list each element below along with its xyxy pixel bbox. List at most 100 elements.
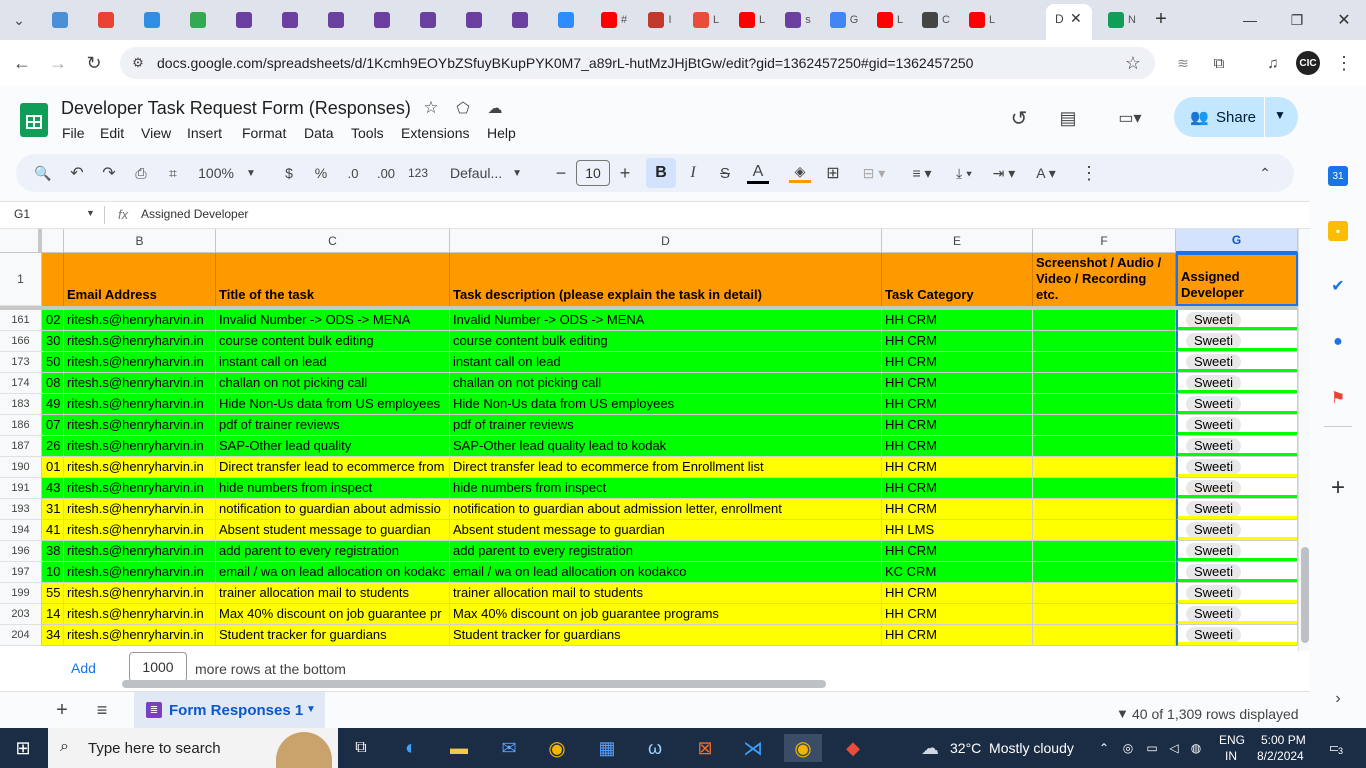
row-number-1[interactable]: 1	[0, 253, 42, 306]
collapse-toolbar-icon[interactable]: ⌃	[1254, 154, 1276, 192]
cell-b[interactable]: ritesh.s@henryharvin.in	[64, 457, 216, 478]
tray-chevron-icon[interactable]: ⌃	[1096, 738, 1112, 758]
cell-b[interactable]: ritesh.s@henryharvin.in	[64, 541, 216, 562]
cell-d[interactable]: Direct transfer lead to ecommerce from E…	[450, 457, 882, 478]
cell-g[interactable]: Sweeti	[1176, 331, 1298, 352]
row-number[interactable]: 174	[0, 373, 42, 394]
active-tab[interactable]: D ✕	[1046, 4, 1092, 40]
cell-a-partial[interactable]: 01	[42, 457, 64, 478]
cell-g[interactable]: Sweeti	[1176, 583, 1298, 604]
cell-c[interactable]: course content bulk editing	[216, 331, 450, 352]
strikethrough-button[interactable]: S	[714, 154, 736, 192]
cell-e[interactable]: HH CRM	[882, 415, 1033, 436]
browser-tab[interactable]	[546, 6, 590, 34]
cell-d[interactable]: Hide Non-Us data from US employees	[450, 394, 882, 415]
minimize-icon[interactable]: —	[1238, 8, 1262, 32]
cell-d[interactable]: trainer allocation mail to students	[450, 583, 882, 604]
get-addons-icon[interactable]: +	[1326, 474, 1350, 501]
cell-b[interactable]: ritesh.s@henryharvin.in	[64, 436, 216, 457]
developer-chip[interactable]: Sweeti	[1186, 564, 1242, 580]
cell-g[interactable]: Sweeti	[1176, 562, 1298, 583]
sheets-logo-icon[interactable]	[20, 103, 48, 137]
meet-video-icon[interactable]: ▭▾	[1110, 105, 1150, 131]
cell-f[interactable]	[1033, 394, 1176, 415]
cell-e[interactable]: HH CRM	[882, 478, 1033, 499]
row-number[interactable]: 173	[0, 352, 42, 373]
document-title[interactable]: Developer Task Request Form (Responses)	[61, 98, 411, 119]
cell-c[interactable]: notification to guardian about admissio	[216, 499, 450, 520]
cell-a-partial[interactable]: 14	[42, 604, 64, 625]
cell-b[interactable]: ritesh.s@henryharvin.in	[64, 310, 216, 331]
cell-d[interactable]: pdf of trainer reviews	[450, 415, 882, 436]
move-folder-icon[interactable]: ⬠	[453, 98, 473, 118]
task-view-icon[interactable]: ⧉	[346, 734, 376, 762]
cell-e[interactable]: HH CRM	[882, 604, 1033, 625]
developer-chip[interactable]: Sweeti	[1186, 501, 1242, 517]
developer-chip[interactable]: Sweeti	[1186, 585, 1242, 601]
cell-b[interactable]: ritesh.s@henryharvin.in	[64, 373, 216, 394]
row-number[interactable]: 190	[0, 457, 42, 478]
browser-tab[interactable]: L	[960, 6, 1004, 34]
header-cell-b[interactable]: Email Address	[64, 253, 216, 306]
cell-f[interactable]	[1033, 457, 1176, 478]
star-icon[interactable]: ☆	[421, 98, 441, 118]
cloud-status-icon[interactable]: ☁	[485, 98, 505, 118]
undo-icon[interactable]: ↶	[66, 154, 88, 192]
cell-f[interactable]	[1033, 583, 1176, 604]
cell-b[interactable]: ritesh.s@henryharvin.in	[64, 352, 216, 373]
cell-a-partial[interactable]: 50	[42, 352, 64, 373]
add-sheet-icon[interactable]: +	[52, 699, 72, 721]
cell-f[interactable]	[1033, 331, 1176, 352]
share-dropdown-icon[interactable]: ▼	[1274, 108, 1286, 122]
menu-view[interactable]: View	[141, 125, 171, 141]
browser-tab[interactable]	[362, 6, 406, 34]
calendar-icon[interactable]: 31	[1328, 166, 1348, 186]
menu-insert[interactable]: Insert	[187, 125, 222, 141]
number-format-button[interactable]: 123	[404, 154, 432, 192]
bookmark-star-icon[interactable]: ☆	[1122, 52, 1144, 74]
print-icon[interactable]: ⎙	[130, 154, 152, 192]
column-header-g[interactable]: G	[1176, 229, 1298, 253]
chrome-active-taskbar-icon[interactable]: ◉	[784, 734, 822, 762]
browser-tab[interactable]	[270, 6, 314, 34]
cell-c[interactable]: Max 40% discount on job guarantee pr	[216, 604, 450, 625]
zoom-select[interactable]: 100% ▼	[194, 154, 260, 192]
cell-b[interactable]: ritesh.s@henryharvin.in	[64, 625, 216, 646]
browser-tab[interactable]: C	[914, 6, 958, 34]
cell-f[interactable]	[1033, 415, 1176, 436]
cell-a-partial[interactable]: 43	[42, 478, 64, 499]
cell-e[interactable]: HH CRM	[882, 394, 1033, 415]
cell-g[interactable]: Sweeti	[1176, 604, 1298, 625]
cell-b[interactable]: ritesh.s@henryharvin.in	[64, 394, 216, 415]
keep-icon[interactable]: ▪	[1328, 221, 1348, 241]
menu-edit[interactable]: Edit	[100, 125, 124, 141]
developer-chip[interactable]: Sweeti	[1186, 438, 1242, 454]
cell-f[interactable]	[1033, 436, 1176, 457]
cell-a-partial[interactable]: 55	[42, 583, 64, 604]
cell-c[interactable]: challan on not picking call	[216, 373, 450, 394]
developer-chip[interactable]: Sweeti	[1186, 459, 1242, 475]
browser-tab[interactable]	[178, 6, 222, 34]
cell-e[interactable]: HH CRM	[882, 583, 1033, 604]
cell-a-partial[interactable]: 10	[42, 562, 64, 583]
cell-e[interactable]: HH CRM	[882, 457, 1033, 478]
cell-e[interactable]: HH CRM	[882, 373, 1033, 394]
developer-chip[interactable]: Sweeti	[1186, 543, 1242, 559]
cell-c[interactable]: pdf of trainer reviews	[216, 415, 450, 436]
more-options-icon[interactable]: ⋮	[1078, 154, 1100, 192]
cell-c[interactable]: SAP-Other lead quality	[216, 436, 450, 457]
menu-extensions[interactable]: Extensions	[401, 125, 469, 141]
browser-tab[interactable]: L	[684, 6, 728, 34]
cell-g[interactable]: Sweeti	[1176, 394, 1298, 415]
anydesk-icon[interactable]: ◆	[838, 734, 868, 762]
developer-chip[interactable]: Sweeti	[1186, 417, 1242, 433]
cell-a-partial[interactable]: 02	[42, 310, 64, 331]
cell-f[interactable]	[1033, 478, 1176, 499]
developer-chip[interactable]: Sweeti	[1186, 333, 1242, 349]
browser-tab[interactable]: #	[592, 6, 636, 34]
cell-b[interactable]: ritesh.s@henryharvin.in	[64, 562, 216, 583]
search-menus-icon[interactable]: 🔍	[32, 154, 54, 192]
cell-g[interactable]: Sweeti	[1176, 478, 1298, 499]
cell-d[interactable]: Student tracker for guardians	[450, 625, 882, 646]
formula-input[interactable]: Assigned Developer	[141, 207, 248, 221]
